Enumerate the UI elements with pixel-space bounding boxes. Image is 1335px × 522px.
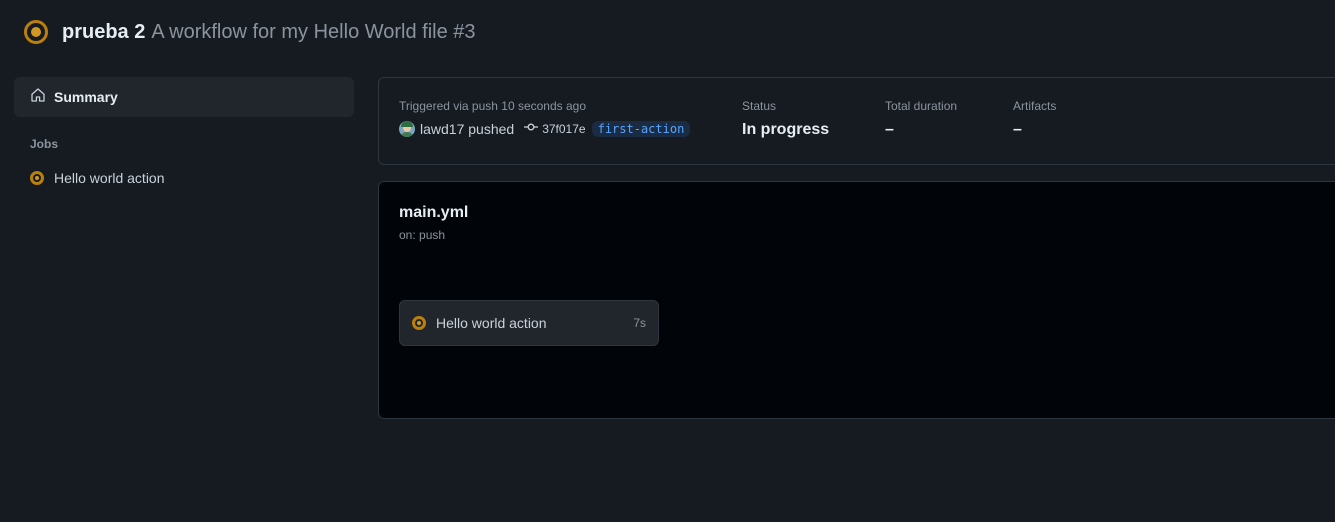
sidebar-job-label: Hello world action — [54, 170, 165, 186]
in-progress-status-icon — [30, 171, 44, 185]
sidebar-item-summary[interactable]: Summary — [14, 77, 354, 117]
artifacts-column: Artifacts – — [1013, 99, 1056, 139]
sidebar: Summary Jobs Hello world action — [14, 77, 354, 189]
job-duration: 7s — [633, 316, 646, 330]
run-title: prueba 2A workflow for my Hello World fi… — [62, 18, 476, 46]
sidebar-item-label: Summary — [54, 89, 118, 105]
workflow-run-page: prueba 2A workflow for my Hello World fi… — [0, 0, 1335, 522]
trigger-column: Triggered via push 10 seconds ago lawd17… — [399, 99, 691, 137]
push-action: pushed — [468, 120, 515, 137]
avatar[interactable] — [399, 120, 415, 137]
status-column: Status In progress — [742, 99, 829, 139]
in-progress-status-icon — [412, 316, 426, 330]
job-node[interactable]: Hello world action 7s — [399, 300, 659, 346]
jobs-heading: Jobs — [30, 137, 59, 151]
status-label: Status — [742, 99, 777, 113]
run-header: prueba 2A workflow for my Hello World fi… — [24, 18, 476, 46]
pushed-by: lawd17 pushed — [420, 121, 514, 137]
status-value: In progress — [742, 121, 830, 138]
run-info-card: Triggered via push 10 seconds ago lawd17… — [378, 77, 1335, 165]
duration-value: – — [885, 121, 894, 138]
workflow-trigger: on: push — [399, 228, 446, 242]
run-title-text: A workflow for my Hello World file #3 — [151, 21, 476, 43]
duration-label: Total duration — [885, 99, 958, 113]
trigger-details: lawd17 pushed 37f017e first-action — [399, 120, 691, 137]
actor-link[interactable]: lawd17 — [420, 121, 464, 137]
workflow-name: prueba 2 — [62, 21, 146, 43]
artifacts-value: – — [1013, 121, 1022, 138]
commit-link[interactable]: 37f017e — [524, 120, 586, 137]
in-progress-status-icon — [24, 20, 48, 44]
branch-label[interactable]: first-action — [591, 120, 691, 137]
trigger-text: Triggered via push 10 seconds ago — [399, 99, 587, 113]
commit-sha: 37f017e — [542, 121, 586, 136]
git-commit-icon — [524, 120, 539, 137]
duration-column: Total duration – — [885, 99, 957, 139]
workflow-graph: main.yml on: push Hello world action 7s — [378, 181, 1335, 419]
job-node-label: Hello world action — [436, 315, 547, 331]
workflow-file-name: main.yml — [399, 204, 469, 221]
home-icon — [30, 87, 46, 108]
sidebar-item-job[interactable]: Hello world action — [14, 167, 354, 189]
artifacts-label: Artifacts — [1013, 99, 1057, 113]
